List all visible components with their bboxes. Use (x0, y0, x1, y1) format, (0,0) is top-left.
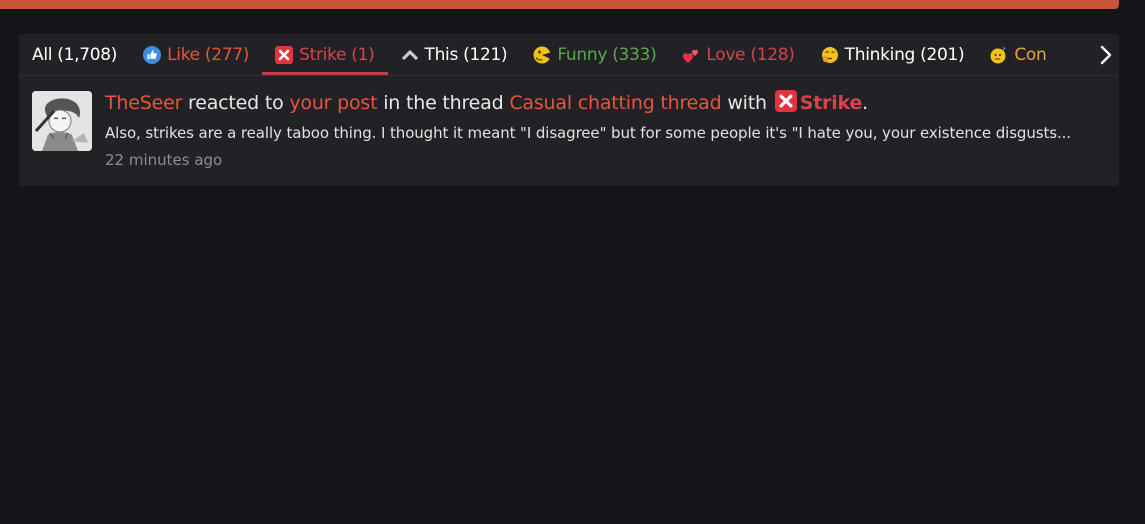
post-link[interactable]: your post (289, 92, 377, 114)
strike-icon (275, 45, 294, 64)
reaction-tabs: All (1,708) Like (277) Strike (1) This (… (19, 34, 1119, 76)
notification-static-text: in the thread (377, 92, 510, 114)
tab-all[interactable]: All (1,708) (19, 34, 130, 75)
notification-period: . (862, 92, 868, 114)
tab-this[interactable]: This (121) (388, 34, 521, 75)
thinking-face-icon (821, 46, 839, 64)
tab-label: All (1,708) (32, 44, 118, 65)
tab-label: Con (1014, 44, 1047, 65)
notification-timestamp: 22 minutes ago (105, 151, 223, 169)
avatar[interactable] (32, 91, 92, 151)
reaction-name: Strike (799, 92, 863, 114)
strike-icon (774, 90, 797, 112)
thread-link[interactable]: Casual chatting thread (509, 92, 721, 114)
user-link[interactable]: TheSeer (105, 92, 182, 114)
tab-thinking[interactable]: Thinking (201) (808, 34, 978, 75)
notifications-panel: All (1,708) Like (277) Strike (1) This (… (19, 34, 1119, 186)
thumbs-up-icon (143, 45, 162, 64)
tab-label: Strike (1) (299, 44, 375, 65)
funny-face-icon (533, 46, 551, 64)
tab-label: Funny (333) (557, 44, 657, 65)
notification-text: TheSeer reacted to your post in the thre… (105, 90, 868, 114)
chevron-right-icon (1100, 45, 1112, 64)
tab-label: This (121) (424, 44, 508, 65)
tab-confused[interactable]: ? Con (977, 34, 1059, 75)
svg-text:?: ? (1002, 47, 1005, 54)
tabs-scroll-right-button[interactable] (1085, 34, 1119, 75)
chevron-up-icon (401, 46, 419, 64)
confused-face-icon: ? (990, 46, 1008, 64)
tab-label: Like (277) (167, 44, 250, 65)
tab-label: Love (128) (706, 44, 795, 65)
tab-strike[interactable]: Strike (1) (262, 34, 388, 75)
notification-static-text: reacted to (182, 92, 290, 114)
notification-item[interactable]: TheSeer reacted to your post in the thre… (19, 76, 1119, 186)
top-accent-bar (0, 0, 1119, 9)
tab-funny[interactable]: Funny (333) (520, 34, 669, 75)
tab-love[interactable]: Love (128) (669, 34, 807, 75)
tab-like[interactable]: Like (277) (130, 34, 262, 75)
post-snippet: Also, strikes are a really taboo thing. … (105, 124, 1071, 142)
hearts-icon (682, 46, 700, 64)
tab-label: Thinking (201) (844, 44, 965, 65)
notification-static-text: with (721, 92, 773, 114)
